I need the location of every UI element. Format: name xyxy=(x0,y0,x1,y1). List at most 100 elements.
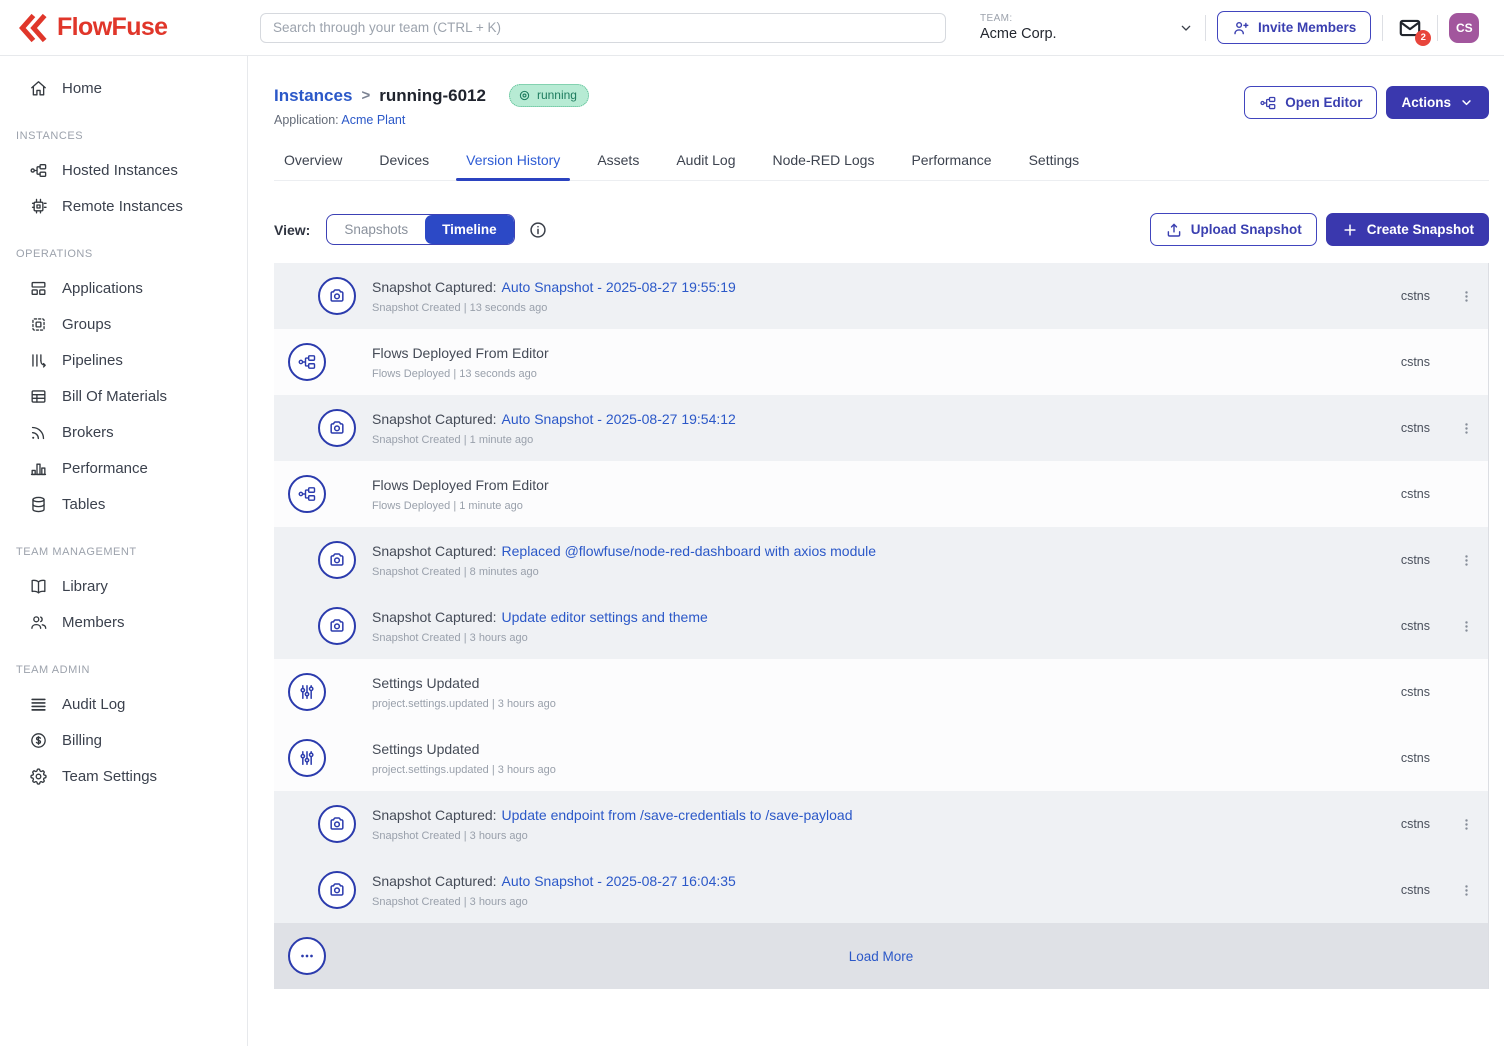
actions-button[interactable]: Actions xyxy=(1386,86,1489,119)
invite-members-button[interactable]: Invite Members xyxy=(1217,11,1371,44)
actions-label: Actions xyxy=(1401,95,1451,110)
notifications-button[interactable]: 2 xyxy=(1397,15,1423,41)
row-menu-button[interactable] xyxy=(1457,879,1475,901)
view-option-snapshots[interactable]: Snapshots xyxy=(327,215,425,244)
sidebar-item-brokers[interactable]: Brokers xyxy=(0,414,247,450)
chip-icon xyxy=(29,197,48,216)
kebab-icon xyxy=(1458,288,1475,305)
upload-snapshot-button[interactable]: Upload Snapshot xyxy=(1150,213,1317,246)
snapshot-link[interactable]: Replaced @flowfuse/node-red-dashboard wi… xyxy=(502,543,877,559)
timeline-row: Snapshot Captured: Auto Snapshot - 2025-0… xyxy=(274,857,1488,923)
tab-devices[interactable]: Devices xyxy=(369,145,439,180)
page-header: Instances > running-6012 running Applica… xyxy=(274,84,1489,127)
timeline-row: Flows Deployed From Editor Flows Deploye… xyxy=(274,329,1488,395)
row-menu-button[interactable] xyxy=(1457,549,1475,571)
instance-name: running-6012 xyxy=(379,86,486,106)
sidebar-item-audit-log[interactable]: Audit Log xyxy=(0,686,247,722)
book-icon xyxy=(29,577,48,596)
event-meta: project.settings.updated | 3 hours ago xyxy=(372,764,1401,776)
sidebar-item-label: Brokers xyxy=(62,424,114,441)
snapshot-link[interactable]: Update endpoint from /save-credentials t… xyxy=(502,807,853,823)
camera-icon xyxy=(327,418,347,438)
timeline-row: Settings Updated project.settings.update… xyxy=(274,659,1488,725)
header-divider xyxy=(1382,15,1383,41)
sidebar-item-label: Tables xyxy=(62,496,105,513)
dollar-icon xyxy=(29,731,48,750)
snapshot-link[interactable]: Auto Snapshot - 2025-08-27 16:04:35 xyxy=(502,873,736,889)
event-user: cstns xyxy=(1401,751,1430,765)
sidebar-item-label: Groups xyxy=(62,316,111,333)
snapshot-link[interactable]: Update editor settings and theme xyxy=(502,609,708,625)
info-icon[interactable] xyxy=(528,220,548,240)
event-title: Snapshot Captured: xyxy=(372,873,497,889)
tab-assets[interactable]: Assets xyxy=(587,145,649,180)
tab-settings[interactable]: Settings xyxy=(1019,145,1090,180)
view-toggle: SnapshotsTimeline xyxy=(326,214,514,245)
open-editor-button[interactable]: Open Editor xyxy=(1244,86,1377,119)
row-menu-button[interactable] xyxy=(1457,615,1475,637)
event-title: Flows Deployed From Editor xyxy=(372,477,549,493)
sidebar-item-groups[interactable]: Groups xyxy=(0,306,247,342)
list-icon xyxy=(29,695,48,714)
sidebar-item-pipelines[interactable]: Pipelines xyxy=(0,342,247,378)
sidebar-section: INSTANCES Hosted Instances Remote Instan… xyxy=(0,130,247,224)
event-user: cstns xyxy=(1401,355,1430,369)
tab-performance[interactable]: Performance xyxy=(901,145,1001,180)
tab-overview[interactable]: Overview xyxy=(274,145,352,180)
event-title: Settings Updated xyxy=(372,675,479,691)
database-icon xyxy=(29,495,48,514)
sidebar-item-bill-of-materials[interactable]: Bill Of Materials xyxy=(0,378,247,414)
event-meta: Snapshot Created | 13 seconds ago xyxy=(372,302,1401,314)
breadcrumb-instances-link[interactable]: Instances xyxy=(274,86,352,106)
flow-icon xyxy=(29,161,48,180)
sidebar-item-label: Audit Log xyxy=(62,696,125,713)
event-title: Flows Deployed From Editor xyxy=(372,345,549,361)
event-meta: Snapshot Created | 8 minutes ago xyxy=(372,566,1401,578)
sidebar: Home INSTANCES Hosted Instances Remote I… xyxy=(0,56,248,1046)
application-link[interactable]: Acme Plant xyxy=(341,113,405,127)
event-user: cstns xyxy=(1401,421,1430,435)
load-more-link[interactable]: Load More xyxy=(274,949,1488,964)
version-history-toolbar: View: SnapshotsTimeline Upload Snapshot xyxy=(274,213,1489,246)
sidebar-item-hosted-instances[interactable]: Hosted Instances xyxy=(0,152,247,188)
tab-version-history[interactable]: Version History xyxy=(456,145,570,180)
view-option-timeline[interactable]: Timeline xyxy=(425,215,514,244)
sidebar-item-members[interactable]: Members xyxy=(0,604,247,640)
sidebar-item-label: Hosted Instances xyxy=(62,162,178,179)
sidebar-item-team-settings[interactable]: Team Settings xyxy=(0,758,247,794)
pipelines-icon xyxy=(29,351,48,370)
sidebar-section-title: TEAM ADMIN xyxy=(0,664,247,676)
snapshot-link[interactable]: Auto Snapshot - 2025-08-27 19:54:12 xyxy=(502,411,736,427)
create-snapshot-button[interactable]: Create Snapshot xyxy=(1326,213,1489,246)
sidebar-item-billing[interactable]: Billing xyxy=(0,722,247,758)
event-meta: Snapshot Created | 1 minute ago xyxy=(372,434,1401,446)
event-user: cstns xyxy=(1401,619,1430,633)
event-title: Snapshot Captured: xyxy=(372,411,497,427)
sidebar-item-remote-instances[interactable]: Remote Instances xyxy=(0,188,247,224)
row-menu-button[interactable] xyxy=(1457,285,1475,307)
sidebar-item-label: Remote Instances xyxy=(62,198,183,215)
sidebar-section: Home xyxy=(0,70,247,106)
tab-bar: Overview Devices Version History Assets Audi… xyxy=(274,145,1489,181)
team-selector[interactable]: TEAM: Acme Corp. xyxy=(980,13,1194,42)
sidebar-item-performance[interactable]: Performance xyxy=(0,450,247,486)
sidebar-item-tables[interactable]: Tables xyxy=(0,486,247,522)
timeline-row: Snapshot Captured:Update endpoint from /… xyxy=(274,791,1488,857)
snapshot-link[interactable]: Auto Snapshot - 2025-08-27 19:55:19 xyxy=(502,279,736,295)
avatar[interactable]: CS xyxy=(1449,13,1479,43)
event-user: cstns xyxy=(1401,817,1430,831)
tab-audit-log[interactable]: Audit Log xyxy=(666,145,745,180)
sidebar-item-label: Bill Of Materials xyxy=(62,388,167,405)
tab-node-red-logs[interactable]: Node-RED Logs xyxy=(763,145,885,180)
sidebar-item-library[interactable]: Library xyxy=(0,568,247,604)
kebab-icon xyxy=(1458,552,1475,569)
sidebar-item-applications[interactable]: Applications xyxy=(0,270,247,306)
search-input[interactable] xyxy=(260,13,946,43)
row-menu-button[interactable] xyxy=(1457,813,1475,835)
table-grid-icon xyxy=(29,387,48,406)
flowfuse-logo[interactable]: FlowFuse xyxy=(18,13,248,43)
sidebar-item-home[interactable]: Home xyxy=(0,70,247,106)
row-menu-button[interactable] xyxy=(1457,417,1475,439)
event-meta: Snapshot Created | 3 hours ago xyxy=(372,632,1401,644)
sidebar-item-label: Team Settings xyxy=(62,768,157,785)
